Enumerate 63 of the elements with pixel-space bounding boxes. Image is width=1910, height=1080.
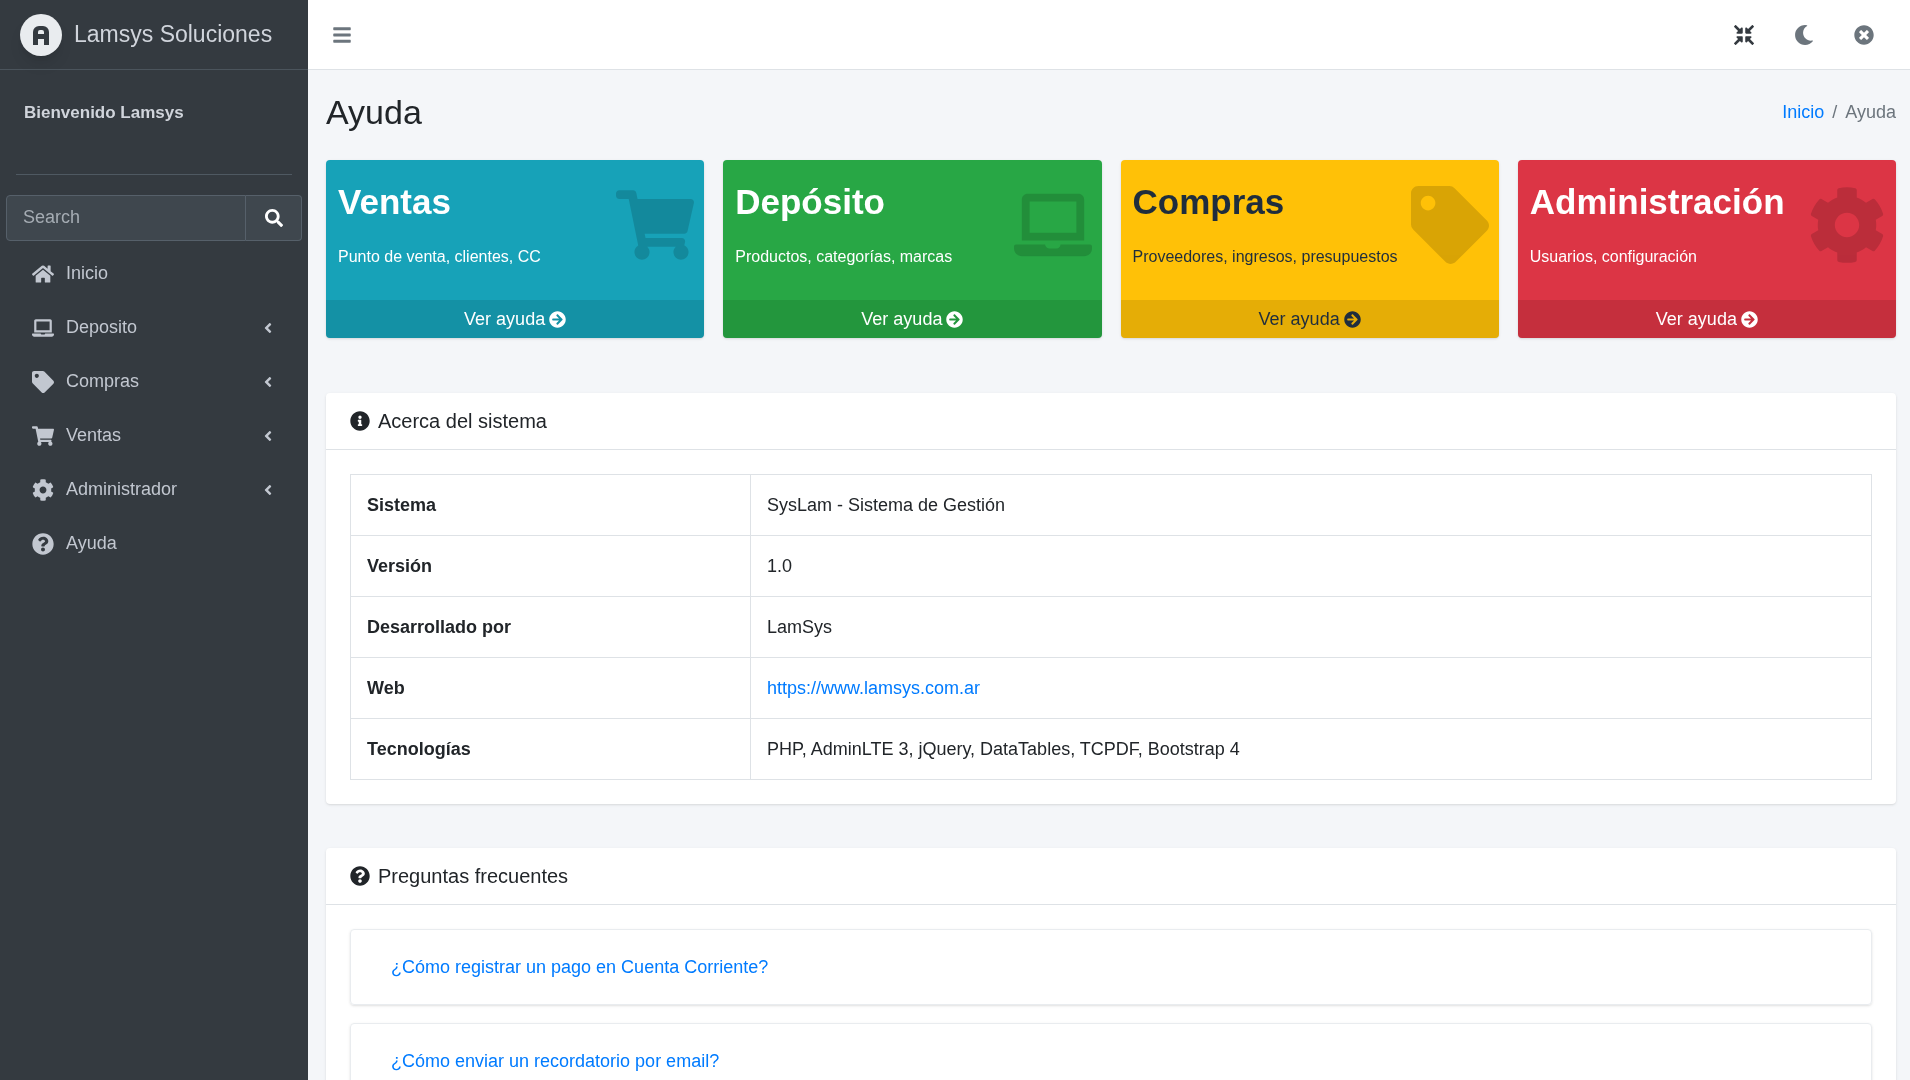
sidebar-item[interactable]: Ventas (8, 408, 300, 463)
box-title: Ventas (338, 181, 451, 223)
table-cell: Versión (350, 535, 751, 597)
help-icon (350, 866, 370, 886)
sidebar-item[interactable]: Ayuda (8, 516, 300, 571)
sidebar-item[interactable]: Deposito (8, 300, 300, 355)
table-cell: SysLam - Sistema de Gestión (750, 474, 1872, 536)
faq-question[interactable]: ¿Cómo enviar un recordatorio por email? (391, 1047, 720, 1075)
gear-icon (1808, 186, 1886, 264)
brand-title[interactable]: Lamsys Soluciones (74, 17, 273, 52)
fullscreen-button[interactable] (1734, 24, 1754, 45)
help-link[interactable]: Ver ayuda (1120, 300, 1499, 338)
menu-icon (332, 24, 352, 45)
sidebar-item[interactable]: Compras (8, 354, 300, 409)
box-title: Compras (1132, 181, 1285, 223)
table-cell: 1.0 (750, 535, 1872, 597)
arrow-icon (1343, 310, 1361, 328)
breadcrumb-link[interactable]: Inicio (1782, 98, 1825, 126)
box-title: Depósito (735, 181, 885, 223)
faq-item[interactable]: ¿Cómo enviar un recordatorio por email? (350, 1023, 1872, 1080)
search-button[interactable] (246, 194, 302, 241)
table-cell: Web (350, 657, 751, 719)
laptop-icon (32, 316, 54, 339)
box-subtitle: Productos, categorías, marcas (735, 246, 953, 267)
house-icon (32, 262, 54, 285)
box-title: Administración (1529, 181, 1785, 223)
arrow-icon (549, 310, 567, 328)
tag-icon (32, 370, 54, 393)
help-link[interactable]: Ver ayuda (326, 300, 705, 338)
box-subtitle: Punto de venta, clientes, CC (338, 246, 541, 267)
faq-question[interactable]: ¿Cómo registrar un pago en Cuenta Corriente? (391, 953, 769, 981)
help-link[interactable]: Ver ayuda (1517, 300, 1896, 338)
card-title: Preguntas frecuentes (378, 864, 569, 889)
tag-icon (1410, 186, 1489, 264)
sidebar-item[interactable]: Inicio (8, 246, 300, 301)
table-cell: Tecnologías (350, 718, 751, 780)
breadcrumb-separator: / (1831, 100, 1839, 124)
search-field[interactable]: Search (6, 194, 246, 241)
breadcrumb-current: Ayuda (1845, 100, 1896, 124)
sidebar-item[interactable]: Administrador (8, 462, 300, 517)
web-link[interactable]: https://www.lamsys.com.ar (750, 657, 1872, 719)
help-link[interactable]: Ver ayuda (723, 300, 1102, 338)
cart-icon (32, 424, 54, 447)
help-icon (32, 532, 54, 555)
welcome-text: Bienvenido Lamsys (23, 102, 185, 124)
arrow-icon (1740, 310, 1758, 328)
box-subtitle: Proveedores, ingresos, presupuestos (1132, 246, 1398, 267)
table-cell: PHP, AdminLTE 3, jQuery, DataTables, TCPDF, Bootstrap 4 (750, 718, 1872, 780)
arrow-icon (946, 310, 964, 328)
close-button[interactable] (1854, 24, 1874, 45)
dark-mode-button[interactable] (1794, 24, 1814, 45)
table-cell: LamSys (750, 596, 1872, 658)
box-subtitle: Usuarios, configuración (1529, 246, 1697, 267)
menu-button[interactable] (332, 24, 352, 45)
faq-item[interactable]: ¿Cómo registrar un pago en Cuenta Corriente? (350, 929, 1872, 1005)
info-icon (350, 411, 370, 431)
gear-icon (32, 478, 54, 501)
card-title: Acerca del sistema (378, 409, 547, 434)
table-cell: Sistema (350, 474, 751, 536)
page-title: Ayuda (326, 91, 422, 133)
table-cell: Desarrollado por (350, 596, 751, 658)
search-icon (264, 208, 283, 227)
logo-icon (20, 13, 62, 56)
